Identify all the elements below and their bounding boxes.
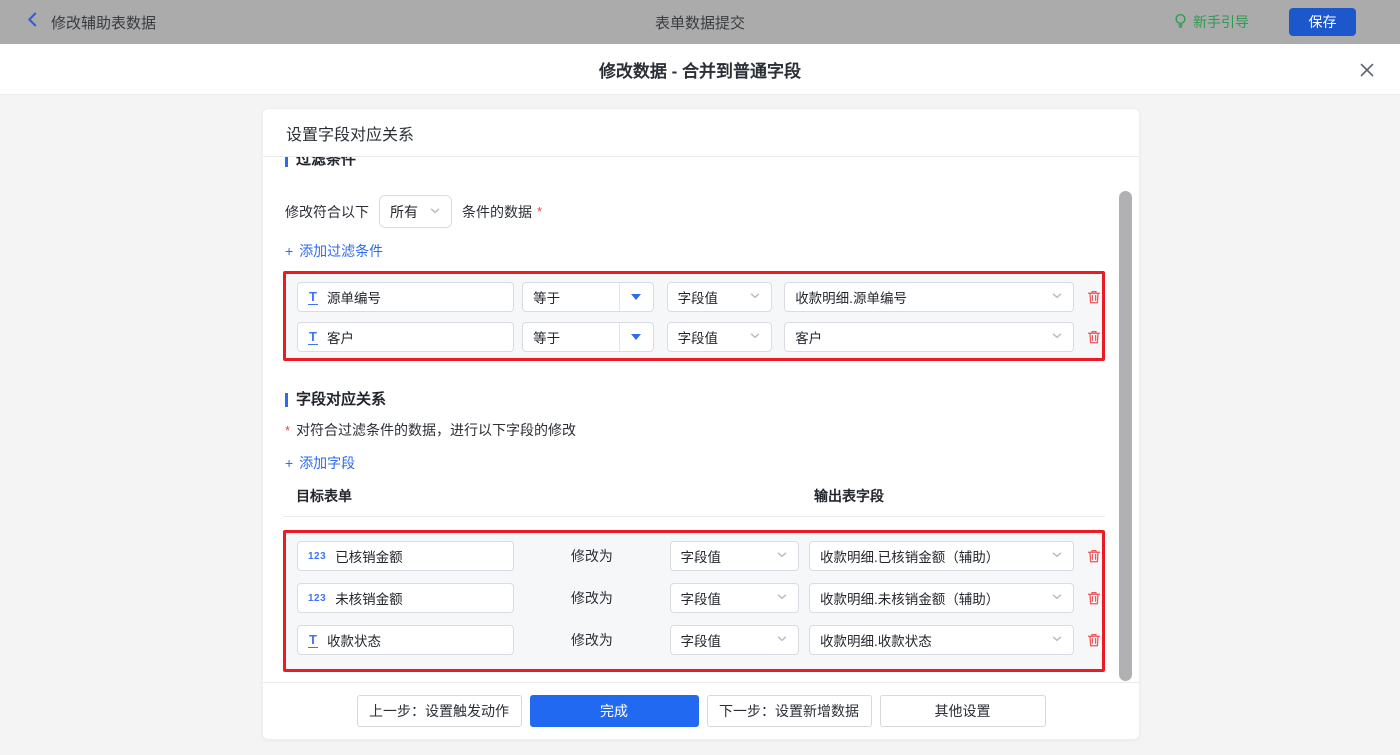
filter-row: T 源单编号 等于 字段值 收款明细.源单编号 [297, 282, 1102, 312]
chevron-down-icon [749, 330, 761, 345]
save-button[interactable]: 保存 [1289, 8, 1356, 36]
column-header-target: 目标表单 [296, 486, 814, 506]
trash-icon [1086, 632, 1102, 648]
text-field-icon: T [308, 633, 318, 648]
value-type-select[interactable]: 字段值 [667, 282, 773, 312]
add-filter-condition-link[interactable]: + 添加过滤条件 [285, 242, 1139, 260]
guide-label: 新手引导 [1193, 12, 1249, 32]
filter-field-box[interactable]: T 源单编号 [297, 282, 514, 312]
vertical-scrollbar[interactable] [1119, 191, 1132, 681]
output-field-select[interactable]: 收款明细.未核销金额（辅助） [809, 583, 1074, 613]
chevron-down-icon [1051, 591, 1063, 606]
delete-row-button[interactable] [1086, 632, 1102, 648]
target-field-box[interactable]: 123 未核销金额 [297, 583, 514, 613]
section-accent-bar [285, 393, 288, 407]
value-type-select[interactable]: 字段值 [670, 625, 800, 655]
match-suffix-label: 条件的数据 [462, 202, 532, 222]
topbar-back-label[interactable]: 修改辅助表数据 [51, 12, 156, 33]
field-mapping-panel: 设置字段对应关系 过滤条件 修改符合以下 所有 条件的数据 * [262, 108, 1140, 740]
chevron-down-icon [749, 290, 761, 305]
dropdown-triangle-icon[interactable] [619, 283, 653, 311]
number-field-icon: 123 [308, 593, 326, 604]
dialog-body: 设置字段对应关系 过滤条件 修改符合以下 所有 条件的数据 * [0, 95, 1400, 755]
required-mark: * [537, 204, 542, 219]
text-field-icon: T [308, 330, 318, 345]
match-mode-select[interactable]: 所有 [379, 195, 452, 228]
topbar: 表单数据提交 修改辅助表数据 新手引导 保存 [0, 0, 1400, 44]
modify-to-label: 修改为 [514, 546, 669, 566]
chevron-down-icon [1051, 290, 1063, 305]
number-field-icon: 123 [308, 551, 326, 562]
trash-icon [1086, 590, 1102, 606]
value-type-select[interactable]: 字段值 [670, 583, 800, 613]
chevron-down-icon [1051, 330, 1063, 345]
chevron-down-icon [776, 633, 788, 648]
text-field-icon: T [308, 290, 318, 305]
delete-row-button[interactable] [1086, 548, 1102, 564]
required-mark: * [285, 423, 290, 438]
column-header-output: 输出表字段 [814, 486, 884, 506]
target-field-box[interactable]: 123 已核销金额 [297, 541, 514, 571]
plus-icon: + [285, 242, 293, 260]
filter-field-box[interactable]: T 客户 [297, 322, 514, 352]
filter-rows-annotation-box: T 源单编号 等于 字段值 收款明细.源单编号 [283, 271, 1105, 361]
mapping-description: * 对符合过滤条件的数据，进行以下字段的修改 [285, 420, 1139, 440]
value-field-select[interactable]: 收款明细.源单编号 [784, 282, 1074, 312]
chevron-down-icon [776, 549, 788, 564]
dropdown-triangle-icon[interactable] [619, 323, 653, 351]
delete-row-button[interactable] [1086, 590, 1102, 606]
value-field-select[interactable]: 客户 [784, 322, 1074, 352]
back-chevron-icon [24, 11, 41, 33]
chevron-down-icon [1051, 549, 1063, 564]
lightbulb-icon [1173, 13, 1188, 32]
section-accent-bar [285, 157, 288, 167]
chevron-down-icon [776, 591, 788, 606]
value-type-select[interactable]: 字段值 [667, 322, 773, 352]
target-field-box[interactable]: T 收款状态 [297, 625, 514, 655]
close-icon [1359, 62, 1375, 78]
panel-scroll-area: 过滤条件 修改符合以下 所有 条件的数据 * + 添加过滤条件 [263, 157, 1139, 682]
back-button[interactable] [24, 11, 41, 33]
match-prefix-label: 修改符合以下 [285, 202, 369, 222]
modify-to-label: 修改为 [514, 588, 669, 608]
add-field-link[interactable]: + 添加字段 [285, 454, 1139, 472]
delete-row-button[interactable] [1086, 329, 1102, 345]
mapping-column-headers: 目标表单 输出表字段 [296, 486, 1139, 506]
chevron-down-icon [1051, 633, 1063, 648]
modify-to-label: 修改为 [514, 630, 669, 650]
dialog-header: 修改数据 - 合并到普通字段 [0, 44, 1400, 95]
other-settings-button[interactable]: 其他设置 [880, 695, 1046, 727]
next-step-button[interactable]: 下一步：设置新增数据 [707, 695, 872, 727]
operator-select[interactable]: 等于 [522, 322, 653, 352]
operator-select[interactable]: 等于 [522, 282, 653, 312]
output-field-select[interactable]: 收款明细.收款状态 [809, 625, 1074, 655]
table-header-divider [283, 516, 1105, 517]
trash-icon [1086, 548, 1102, 564]
panel-header: 设置字段对应关系 [263, 109, 1139, 157]
dialog-title: 修改数据 - 合并到普通字段 [599, 57, 801, 82]
filter-match-row: 修改符合以下 所有 条件的数据 * [285, 195, 1139, 228]
filter-row: T 客户 等于 字段值 客户 [297, 322, 1102, 352]
mapping-row: T 收款状态 修改为 字段值 收款明细.收款状态 [297, 625, 1102, 655]
mapping-rows-annotation-box: 123 已核销金额 修改为 字段值 收款明细.已核销金额（辅助） [283, 530, 1105, 672]
mapping-row: 123 未核销金额 修改为 字段值 收款明细.未核销金额（辅助） [297, 583, 1102, 613]
filter-section-title: 过滤条件 [285, 157, 1139, 170]
panel-footer: 上一步：设置触发动作 完成 下一步：设置新增数据 其他设置 [263, 682, 1139, 739]
mapping-section-title: 字段对应关系 [285, 390, 1139, 410]
guide-link[interactable]: 新手引导 [1173, 12, 1249, 32]
mapping-row: 123 已核销金额 修改为 字段值 收款明细.已核销金额（辅助） [297, 541, 1102, 571]
close-button[interactable] [1358, 61, 1376, 79]
output-field-select[interactable]: 收款明细.已核销金额（辅助） [809, 541, 1074, 571]
trash-icon [1086, 329, 1102, 345]
value-type-select[interactable]: 字段值 [670, 541, 800, 571]
prev-step-button[interactable]: 上一步：设置触发动作 [357, 695, 522, 727]
delete-row-button[interactable] [1086, 289, 1102, 305]
done-button[interactable]: 完成 [530, 695, 699, 727]
chevron-down-icon [429, 204, 441, 220]
plus-icon: + [285, 454, 293, 472]
trash-icon [1086, 289, 1102, 305]
